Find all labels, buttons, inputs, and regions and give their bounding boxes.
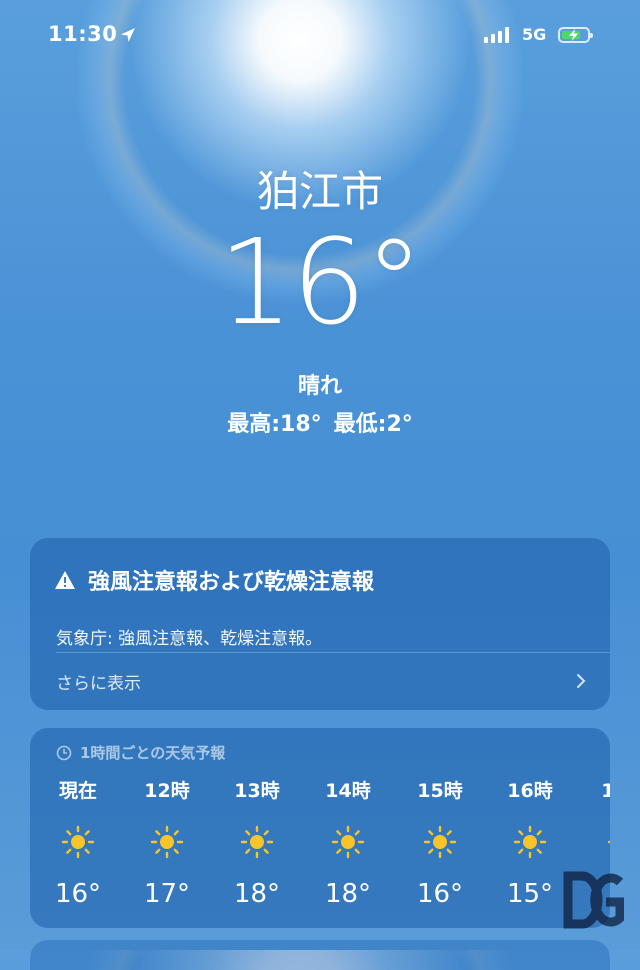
hour-label: 14時 — [325, 780, 371, 802]
weather-condition: 晴れ — [297, 374, 342, 399]
sun-icon — [513, 825, 547, 859]
alert-title: 強風注意報および乾燥注意報 — [88, 570, 375, 595]
sun-icon — [61, 825, 95, 859]
warning-icon — [55, 571, 75, 589]
alert-body: 気象庁: 強風注意報、乾燥注意報。 — [56, 629, 323, 649]
low-temperature: 最低:2° — [333, 412, 413, 437]
hour-item: 14時 18° — [308, 776, 388, 909]
hour-item: 13時 18° — [217, 776, 297, 909]
high-temperature: 最高:18° — [227, 412, 322, 437]
chevron-right-icon — [577, 674, 586, 688]
hour-label: 16時 — [507, 780, 553, 802]
sun-icon — [607, 840, 610, 844]
sun-icon — [150, 825, 184, 859]
status-bar: 11:30 5G — [0, 22, 640, 52]
show-more-label: さらに表示 — [56, 673, 141, 694]
battery-icon — [558, 27, 593, 43]
status-time: 11:30 — [48, 22, 118, 46]
alert-title-row: 強風注意報および乾燥注意報 — [54, 564, 374, 596]
weather-alert-card[interactable]: 強風注意報および乾燥注意報 気象庁: 強風注意報、乾燥注意報。 さらに表示 — [30, 538, 610, 710]
network-type: 5G — [522, 25, 547, 44]
location-arrow-icon — [121, 28, 135, 42]
show-more-button[interactable]: さらに表示 — [56, 666, 586, 696]
clock-icon — [56, 745, 72, 760]
hour-temperature: 15° — [506, 879, 554, 909]
hour-label: 17時 — [601, 780, 610, 802]
hour-temperature: 17° — [143, 879, 191, 909]
hourly-forecast-header: 1時間ごとの天気予報 — [56, 742, 225, 763]
hour-label: 15時 — [417, 780, 463, 802]
hourly-forecast-title: 1時間ごとの天気予報 — [80, 744, 226, 762]
next-card-edge — [30, 940, 610, 970]
watermark-logo — [563, 871, 624, 929]
hour-label: 12時 — [144, 780, 190, 802]
hourly-forecast-card[interactable]: 1時間ごとの天気予報 現在 16° 12時 17° 13時 18° 14時 18… — [30, 728, 610, 928]
hour-label: 13時 — [234, 780, 280, 802]
current-temperature: 16° — [218, 213, 423, 351]
hour-item: 12時 17° — [127, 776, 207, 909]
divider — [56, 652, 610, 653]
sun-icon — [331, 825, 365, 859]
hourly-scroll[interactable]: 現在 16° 12時 17° 13時 18° 14時 18° 15時 16° 1… — [30, 776, 610, 926]
sun-icon — [240, 825, 274, 859]
hour-temperature: 16° — [416, 879, 464, 909]
hour-item: 16時 15° — [490, 776, 570, 909]
hour-temperature: 18° — [233, 879, 281, 909]
city-name: 狛江市 — [256, 167, 383, 216]
hour-label: 現在 — [58, 780, 97, 802]
sun-icon — [423, 825, 457, 859]
cellular-signal-icon — [484, 27, 509, 43]
hour-temperature: 16° — [54, 879, 102, 909]
hour-item: 現在 16° — [38, 776, 118, 909]
hour-temperature: 18° — [324, 879, 372, 909]
hour-item: 15時 16° — [400, 776, 480, 909]
high-low-temperatures: 最高:18° 最低:2° — [0, 406, 640, 438]
